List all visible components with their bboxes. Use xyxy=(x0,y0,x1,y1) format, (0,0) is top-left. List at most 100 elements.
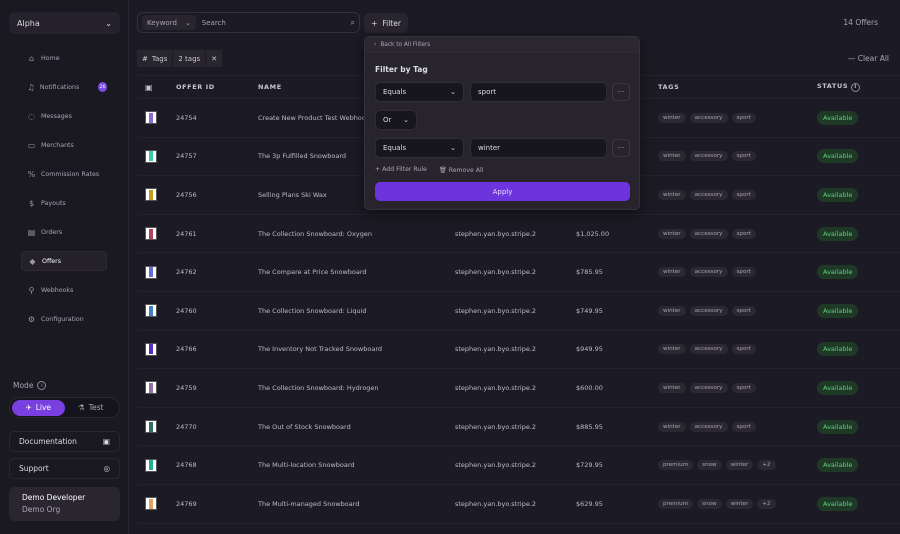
tag-badge: sport xyxy=(731,112,756,123)
rule1-more-button[interactable]: ··· xyxy=(612,83,630,101)
filter-button[interactable]: + Filter xyxy=(364,13,408,33)
status-badge: Available xyxy=(817,496,859,511)
tag-badge: sport xyxy=(731,421,756,432)
product-thumbnail xyxy=(145,149,157,163)
table-row[interactable]: 24761 The Collection Snowboard: Oxygen s… xyxy=(137,215,900,254)
add-filter-rule-button[interactable]: + Add Filter Rule xyxy=(375,166,427,174)
offer-id: 24756 xyxy=(176,190,197,199)
header-tags[interactable]: TAGS xyxy=(658,83,817,91)
table-row[interactable]: 24769 The Multi-managed Snowboard stephe… xyxy=(137,485,900,524)
rule1-operator: Equals xyxy=(383,88,407,96)
price: $600.00 xyxy=(576,383,603,392)
offer-name[interactable]: The Inventory Not Tracked Snowboard xyxy=(258,345,455,353)
offer-name[interactable]: The Out of Stock Snowboard xyxy=(258,423,455,431)
price: $949.95 xyxy=(576,345,603,354)
chevron-down-icon: ⌄ xyxy=(450,88,456,96)
offer-name[interactable]: The Collection Snowboard: Hydrogen xyxy=(258,384,455,392)
price: $1,025.00 xyxy=(576,229,610,238)
message-icon: ◌ xyxy=(28,111,35,121)
offer-name[interactable]: The Multi-managed Snowboard xyxy=(258,500,455,508)
sidebar-item-webhooks[interactable]: ⚲ Webhooks xyxy=(21,280,107,300)
remove-filter-button[interactable]: ✕ xyxy=(206,50,223,67)
apply-button[interactable]: Apply xyxy=(375,182,630,201)
tag-badge: accessory xyxy=(689,421,728,432)
tag-badge: accessory xyxy=(689,267,728,278)
tags-cell: winter accessory sport xyxy=(658,421,817,432)
sidebar-item-label: Home xyxy=(41,54,60,62)
back-to-all-filters[interactable]: ‹ Back to All Filters xyxy=(365,37,639,53)
remove-all-label: Remove All xyxy=(448,167,484,174)
remove-all-button[interactable]: 🗑 Remove All xyxy=(439,166,484,174)
sidebar-item-label: Merchants xyxy=(41,141,74,149)
sidebar-item-label: Notifications xyxy=(39,83,80,91)
tag-badge: sport xyxy=(731,344,756,355)
tags-cell: winter accessory sport xyxy=(658,305,817,316)
clear-all-button[interactable]: — Clear All xyxy=(848,54,889,63)
info-icon[interactable]: i xyxy=(37,381,47,390)
search-icon[interactable]: ⌕ xyxy=(351,18,355,28)
chip-value[interactable]: 2 tags xyxy=(173,50,206,67)
sidebar-nav: ⌂ Home ♫ Notifications 26 ◌ Messages ▭ Merchants… xyxy=(21,48,107,338)
live-mode-button[interactable]: ✈ Live xyxy=(12,399,65,416)
rule2-operator-select[interactable]: Equals ⌄ xyxy=(375,138,464,158)
table-row[interactable]: 24759 The Collection Snowboard: Hydrogen… xyxy=(137,369,900,408)
rule2-value: winter xyxy=(478,144,501,152)
sidebar-item-notifications[interactable]: ♫ Notifications 26 xyxy=(21,77,107,97)
live-label: Live xyxy=(35,403,52,412)
tag-badge: winter xyxy=(658,344,686,355)
status-badge: Available xyxy=(817,110,859,125)
offer-name[interactable]: The Collection Snowboard: Oxygen xyxy=(258,230,455,238)
tags-cell: premium snow winter +2 xyxy=(658,460,817,471)
sidebar-item-commission-rates[interactable]: % Commission Rates xyxy=(21,164,107,184)
merchant: stephen.yan.byo.stripe.2 xyxy=(455,383,537,392)
offer-name[interactable]: The Collection Snowboard: Liquid xyxy=(258,307,455,315)
chip-field[interactable]: # Tags xyxy=(137,50,173,67)
offer-id: 24770 xyxy=(176,422,197,431)
chevron-down-icon: ⌄ xyxy=(403,116,409,124)
tags-cell: winter accessory sport xyxy=(658,189,817,200)
mode-label-text: Mode xyxy=(13,381,34,390)
table-row[interactable]: 24760 The Collection Snowboard: Liquid s… xyxy=(137,292,900,331)
header-status[interactable]: STATUS i xyxy=(817,82,897,92)
tag-badge: accessory xyxy=(689,344,728,355)
back-label: Back to All Filters xyxy=(380,41,431,48)
table-row[interactable]: 24762 The Compare at Price Snowboard ste… xyxy=(137,253,900,292)
tag-icon: ◆ xyxy=(29,256,36,266)
offer-name[interactable]: The Compare at Price Snowboard xyxy=(258,268,455,276)
table-row[interactable]: 24766 The Inventory Not Tracked Snowboar… xyxy=(137,331,900,370)
test-mode-button[interactable]: ⚗ Test xyxy=(65,400,118,416)
tags-cell: winter accessory sport xyxy=(658,267,817,278)
table-row[interactable]: 24768 The Multi-location Snowboard steph… xyxy=(137,446,900,485)
sidebar-item-messages[interactable]: ◌ Messages xyxy=(21,106,107,126)
joiner-select[interactable]: Or ⌄ xyxy=(375,110,417,130)
sidebar-item-configuration[interactable]: ⚙ Configuration xyxy=(21,309,107,329)
rule1-operator-select[interactable]: Equals ⌄ xyxy=(375,82,464,102)
rule1-value-input[interactable]: sport xyxy=(470,82,607,102)
org-selector[interactable]: Alpha ⌄ xyxy=(9,12,120,34)
tags-cell: premium snow winter +2 xyxy=(658,498,817,509)
sidebar-item-home[interactable]: ⌂ Home xyxy=(21,48,107,68)
merchant: stephen.yan.byo.stripe.2 xyxy=(455,461,537,470)
user-card[interactable]: Demo Developer Demo Org xyxy=(9,487,120,521)
sidebar-item-offers[interactable]: ◆ Offers xyxy=(21,251,107,271)
offer-name[interactable]: The Multi-location Snowboard xyxy=(258,461,455,469)
price: $749.95 xyxy=(576,306,603,315)
table-row[interactable]: 24770 The Out of Stock Snowboard stephen… xyxy=(137,408,900,447)
merchant: stephen.yan.byo.stripe.2 xyxy=(455,345,537,354)
support-button[interactable]: Support ◎ xyxy=(9,458,120,479)
header-offer-id[interactable]: OFFER ID xyxy=(176,83,258,91)
info-icon[interactable]: i xyxy=(851,82,861,92)
keyword-dropdown[interactable]: Keyword ⌄ xyxy=(142,15,196,30)
documentation-button[interactable]: Documentation ▣ xyxy=(9,431,120,452)
tags-cell: winter accessory sport xyxy=(658,382,817,393)
price: $729.95 xyxy=(576,461,603,470)
merchant: stephen.yan.byo.stripe.2 xyxy=(455,499,537,508)
search-input[interactable] xyxy=(201,18,345,27)
sidebar-item-orders[interactable]: ▤ Orders xyxy=(21,222,107,242)
sidebar-item-merchants[interactable]: ▭ Merchants xyxy=(21,135,107,155)
sidebar-item-payouts[interactable]: $ Payouts xyxy=(21,193,107,213)
rule2-value-input[interactable]: winter xyxy=(470,138,607,158)
rule2-more-button[interactable]: ··· xyxy=(612,139,630,157)
tag-badge: winter xyxy=(658,112,686,123)
hash-icon: # xyxy=(142,54,148,63)
